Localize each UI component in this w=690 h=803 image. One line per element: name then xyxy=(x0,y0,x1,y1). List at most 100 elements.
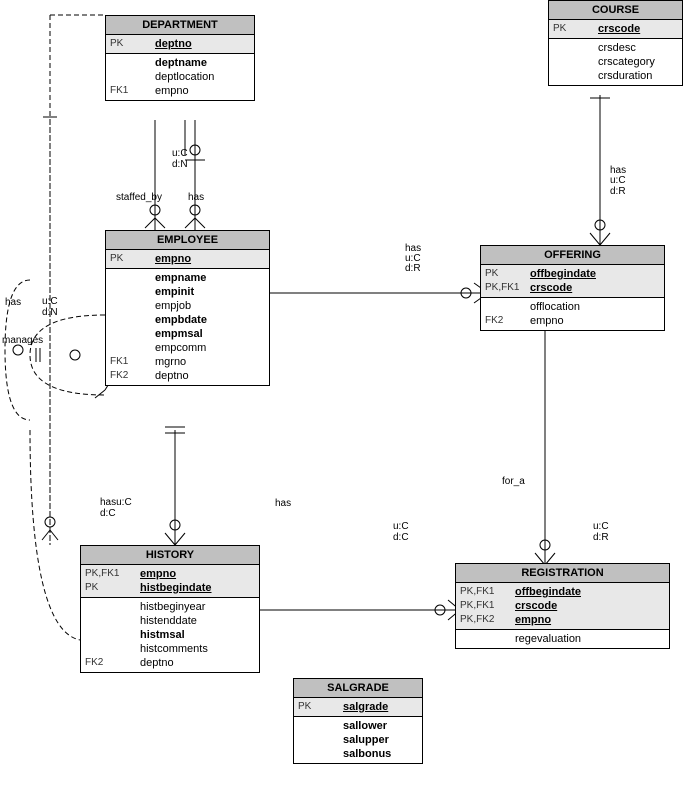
label-for-a: for_a xyxy=(502,476,525,487)
label-uc-course-off: u:C xyxy=(610,175,626,186)
entity-registration-attrs: regevaluation xyxy=(456,630,669,648)
entity-registration: REGISTRATION PK,FK1 offbegindate PK,FK1 … xyxy=(455,563,670,649)
offering-offlocation: offlocation xyxy=(530,301,580,313)
label-uc-dept-emp: u:C xyxy=(172,148,188,159)
label-uc-off-reg: u:C xyxy=(393,521,409,532)
history-empno: empno xyxy=(140,568,176,580)
offering-fk2-key: FK2 xyxy=(485,315,530,326)
label-has-dept-emp: has xyxy=(188,192,204,203)
label-staffed-by: staffed_by xyxy=(116,192,162,203)
department-attr-deptname: deptname xyxy=(155,57,207,69)
label-dn-dept-emp: d:N xyxy=(172,159,188,170)
diagram: DEPARTMENT PK deptno deptname deptlocati… xyxy=(0,0,690,803)
entity-offering-pk: PK offbegindate PK,FK1 crscode xyxy=(481,265,664,298)
employee-empname: empname xyxy=(155,272,206,284)
entity-course-pk: PK crscode xyxy=(549,20,682,39)
employee-pk-key: PK xyxy=(110,253,155,264)
entity-employee-title: EMPLOYEE xyxy=(106,231,269,250)
entity-registration-pk: PK,FK1 offbegindate PK,FK1 crscode PK,FK… xyxy=(456,583,669,630)
employee-empmsal: empmsal xyxy=(155,328,203,340)
entity-history-pk: PK,FK1 empno PK histbegindate xyxy=(81,565,259,598)
department-fk1-empno: empno xyxy=(155,85,189,97)
reg-pk-key-2: PK,FK1 xyxy=(460,600,515,611)
offering-empno: empno xyxy=(530,315,564,327)
label-uc-manages: u:C xyxy=(42,296,58,307)
entity-department-pk: PK deptno xyxy=(106,35,254,54)
hist-fk2-key: FK2 xyxy=(85,657,140,668)
entity-department-title: DEPARTMENT xyxy=(106,16,254,35)
label-has-emp-hist: hasu:C xyxy=(100,497,132,508)
employee-empcomm: empcomm xyxy=(155,342,206,354)
department-attr-deptlocation: deptlocation xyxy=(155,71,214,83)
history-histenddate: histenddate xyxy=(140,615,197,627)
entity-registration-title: REGISTRATION xyxy=(456,564,669,583)
history-pk-key-1: PK,FK1 xyxy=(85,568,140,579)
salgrade-salbonus: salbonus xyxy=(343,748,391,760)
history-histbeginyear: histbeginyear xyxy=(140,601,205,613)
entity-course-attrs: crsdesc crscategory crsduration xyxy=(549,39,682,85)
reg-pk-key-3: PK,FK2 xyxy=(460,614,515,625)
employee-empbdate: empbdate xyxy=(155,314,207,326)
course-crsdesc: crsdesc xyxy=(598,42,636,54)
entity-course: COURSE PK crscode crsdesc crscategory cr… xyxy=(548,0,683,86)
reg-regevaluation: regevaluation xyxy=(515,633,581,645)
department-pk-field: deptno xyxy=(155,38,192,50)
salgrade-pk-key: PK xyxy=(298,701,343,712)
offering-crscode: crscode xyxy=(530,282,572,294)
entity-history: HISTORY PK,FK1 empno PK histbegindate hi… xyxy=(80,545,260,673)
entity-history-attrs: histbeginyear histenddate histmsal histc… xyxy=(81,598,259,672)
history-histmsal: histmsal xyxy=(140,629,185,641)
course-pk-key: PK xyxy=(553,23,598,34)
employee-deptno: deptno xyxy=(155,370,189,382)
employee-mgrno: mgrno xyxy=(155,356,186,368)
label-dn-manages: d:N xyxy=(42,307,58,318)
entity-history-title: HISTORY xyxy=(81,546,259,565)
label-dr-course-reg: d:R xyxy=(593,532,609,543)
reg-offbegindate: offbegindate xyxy=(515,586,581,598)
department-pk-key: PK xyxy=(110,38,155,49)
emp-fk2-key: FK2 xyxy=(110,370,155,381)
employee-pk-field: empno xyxy=(155,253,191,265)
reg-crscode: crscode xyxy=(515,600,557,612)
history-pk-key-2: PK xyxy=(85,582,140,593)
label-dc-emp-hist: d:C xyxy=(100,508,116,519)
course-crscode: crscode xyxy=(598,23,640,35)
entity-course-title: COURSE xyxy=(549,1,682,20)
label-has-hist-reg: has xyxy=(275,498,291,509)
history-deptno: deptno xyxy=(140,657,174,669)
history-histcomments: histcomments xyxy=(140,643,208,655)
entity-employee-pk: PK empno xyxy=(106,250,269,269)
offering-pk-key-2: PK,FK1 xyxy=(485,282,530,293)
entity-offering-attrs: offlocation FK2 empno xyxy=(481,298,664,330)
history-histbegindate: histbegindate xyxy=(140,582,212,594)
label-has-dept-left: has xyxy=(5,297,21,308)
offering-offbegindate: offbegindate xyxy=(530,268,596,280)
entity-offering-title: OFFERING xyxy=(481,246,664,265)
salgrade-salgrade: salgrade xyxy=(343,701,388,713)
label-uc-course-reg: u:C xyxy=(593,521,609,532)
reg-empno: empno xyxy=(515,614,551,626)
emp-fk1-key: FK1 xyxy=(110,356,155,367)
entity-offering: OFFERING PK offbegindate PK,FK1 crscode … xyxy=(480,245,665,331)
entity-salgrade: SALGRADE PK salgrade sallower salupper s… xyxy=(293,678,423,764)
label-dr-emp-off: d:R xyxy=(405,263,421,274)
entity-department: DEPARTMENT PK deptno deptname deptlocati… xyxy=(105,15,255,101)
entity-salgrade-pk: PK salgrade xyxy=(294,698,422,717)
department-fk1-key: FK1 xyxy=(110,85,155,96)
reg-pk-key-1: PK,FK1 xyxy=(460,586,515,597)
salgrade-sallower: sallower xyxy=(343,720,387,732)
employee-empjob: empjob xyxy=(155,300,191,312)
course-crscategory: crscategory xyxy=(598,56,655,68)
entity-employee: EMPLOYEE PK empno empname empinit empjob xyxy=(105,230,270,386)
course-crsduration: crsduration xyxy=(598,70,652,82)
salgrade-salupper: salupper xyxy=(343,734,389,746)
label-dr-course-off: d:R xyxy=(610,186,626,197)
entity-department-attrs: deptname deptlocation FK1 empno xyxy=(106,54,254,100)
employee-empinit: empinit xyxy=(155,286,194,298)
offering-pk-key-1: PK xyxy=(485,268,530,279)
entity-employee-attrs: empname empinit empjob empbdate empmsal … xyxy=(106,269,269,385)
entity-salgrade-attrs: sallower salupper salbonus xyxy=(294,717,422,763)
label-dc-off-reg: d:C xyxy=(393,532,409,543)
entity-salgrade-title: SALGRADE xyxy=(294,679,422,698)
label-manages: manages xyxy=(2,335,43,346)
